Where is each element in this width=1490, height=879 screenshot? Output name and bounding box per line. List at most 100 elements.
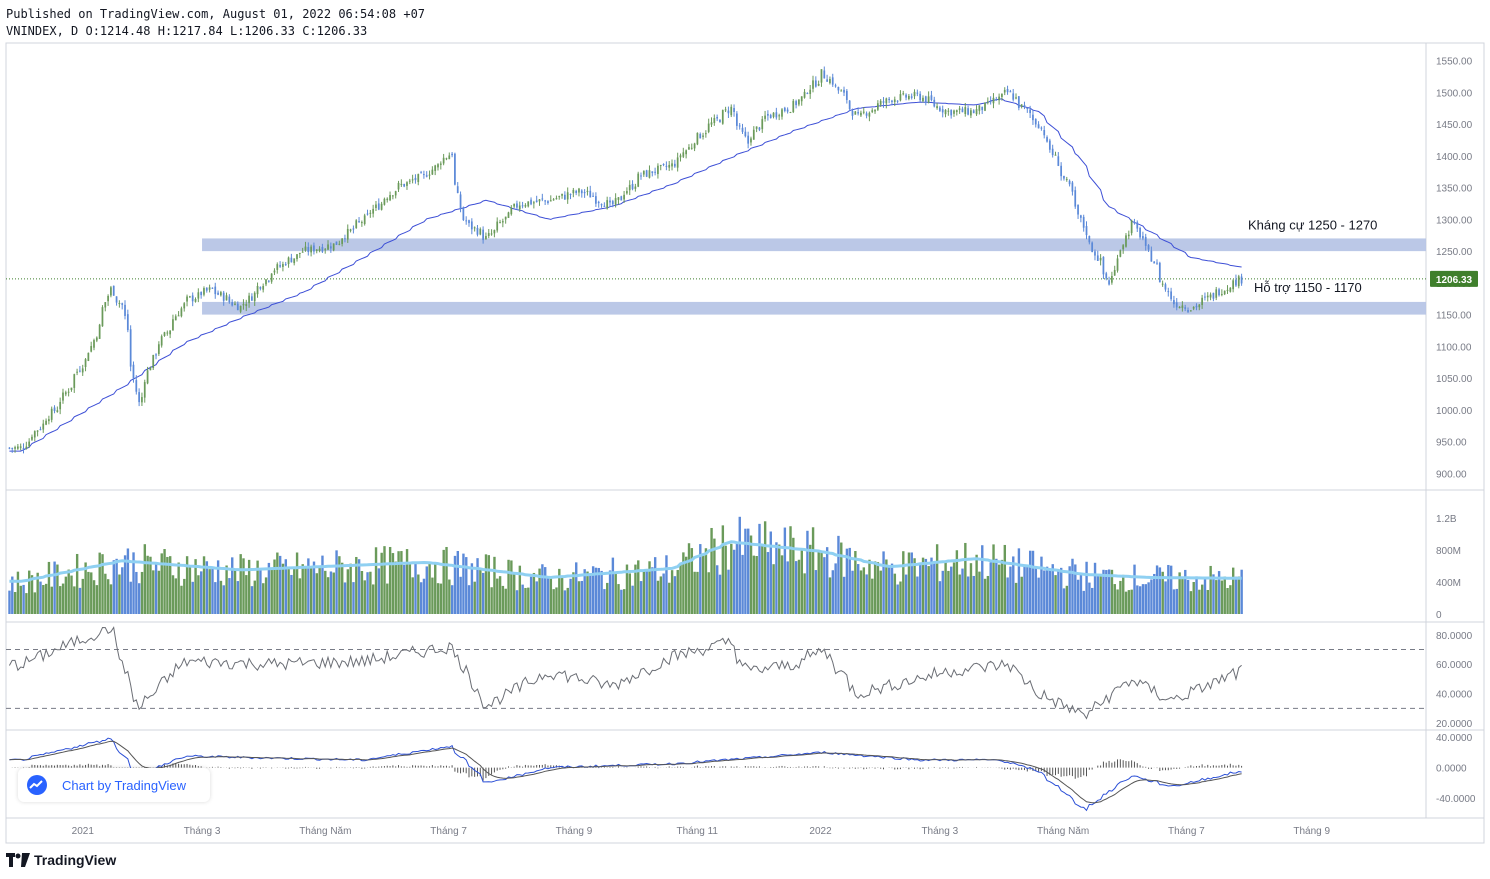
candle[interactable] bbox=[14, 445, 16, 453]
candle[interactable] bbox=[798, 99, 800, 107]
candle[interactable] bbox=[1127, 230, 1130, 240]
candle[interactable] bbox=[1015, 93, 1017, 100]
candle[interactable] bbox=[428, 170, 431, 180]
candle[interactable] bbox=[659, 164, 662, 171]
candle[interactable] bbox=[11, 447, 14, 453]
candle[interactable] bbox=[803, 89, 806, 99]
candle[interactable] bbox=[70, 387, 73, 392]
candle[interactable] bbox=[696, 132, 699, 146]
candle[interactable] bbox=[1232, 279, 1235, 293]
candle[interactable] bbox=[685, 149, 687, 159]
candle[interactable] bbox=[967, 105, 969, 116]
candle[interactable] bbox=[913, 89, 916, 100]
candle[interactable] bbox=[1003, 87, 1006, 96]
candle[interactable] bbox=[67, 388, 70, 397]
candle[interactable] bbox=[267, 280, 270, 283]
candle[interactable] bbox=[437, 163, 439, 171]
candle[interactable] bbox=[747, 131, 750, 149]
candle[interactable] bbox=[45, 418, 47, 426]
candle[interactable] bbox=[1046, 135, 1048, 143]
candle[interactable] bbox=[981, 106, 984, 115]
candle[interactable] bbox=[64, 390, 67, 397]
candle[interactable] bbox=[231, 299, 234, 307]
candle[interactable] bbox=[736, 111, 738, 130]
candle[interactable] bbox=[741, 123, 744, 134]
candle[interactable] bbox=[1229, 287, 1232, 293]
candle[interactable] bbox=[265, 278, 267, 287]
candle[interactable] bbox=[927, 91, 930, 104]
candle[interactable] bbox=[1113, 265, 1116, 276]
candle[interactable] bbox=[1040, 126, 1043, 131]
candle[interactable] bbox=[451, 151, 453, 158]
candle[interactable] bbox=[493, 229, 496, 238]
candle[interactable] bbox=[191, 292, 194, 307]
candle[interactable] bbox=[1161, 280, 1164, 287]
candle[interactable] bbox=[899, 90, 902, 102]
candle[interactable] bbox=[840, 89, 843, 92]
candle[interactable] bbox=[166, 330, 169, 336]
candle[interactable] bbox=[538, 199, 541, 206]
candle[interactable] bbox=[358, 217, 360, 223]
resistance-zone[interactable] bbox=[202, 238, 1426, 252]
candle[interactable] bbox=[16, 443, 19, 450]
candle[interactable] bbox=[1223, 290, 1226, 296]
candle[interactable] bbox=[617, 197, 620, 205]
candle[interactable] bbox=[975, 105, 978, 116]
candle[interactable] bbox=[389, 191, 391, 202]
candle[interactable] bbox=[1085, 221, 1088, 240]
candle[interactable] bbox=[425, 171, 428, 178]
candle[interactable] bbox=[1017, 96, 1020, 111]
candle[interactable] bbox=[941, 105, 944, 118]
candle[interactable] bbox=[194, 297, 197, 303]
candle[interactable] bbox=[363, 213, 366, 226]
candle[interactable] bbox=[600, 203, 603, 208]
candle[interactable] bbox=[375, 201, 377, 212]
candle[interactable] bbox=[296, 254, 298, 262]
candle[interactable] bbox=[90, 341, 93, 353]
candle[interactable] bbox=[595, 192, 597, 207]
candle[interactable] bbox=[843, 86, 845, 97]
candle[interactable] bbox=[315, 249, 318, 254]
price-pane[interactable]: 1550.00 1500.00 1450.00 1400.00 1350.00 1300.… bbox=[6, 57, 1478, 481]
candle[interactable] bbox=[758, 126, 761, 132]
candle[interactable] bbox=[772, 112, 775, 119]
candle[interactable] bbox=[1105, 271, 1108, 281]
candle[interactable] bbox=[177, 311, 180, 317]
candle[interactable] bbox=[217, 290, 219, 296]
candle[interactable] bbox=[115, 296, 118, 306]
candle[interactable] bbox=[25, 441, 28, 450]
candle[interactable] bbox=[583, 189, 586, 198]
candle[interactable] bbox=[775, 107, 778, 120]
candle[interactable] bbox=[1218, 287, 1220, 297]
candle[interactable] bbox=[104, 302, 107, 312]
candle[interactable] bbox=[417, 173, 420, 186]
candle[interactable] bbox=[1082, 214, 1085, 232]
candle[interactable] bbox=[485, 232, 487, 240]
candle[interactable] bbox=[53, 405, 56, 414]
candle[interactable] bbox=[837, 86, 840, 94]
candle[interactable] bbox=[628, 180, 631, 196]
candle[interactable] bbox=[527, 201, 530, 208]
macd-pane[interactable]: 40.0000 0.0000 -40.0000 bbox=[9, 733, 1476, 812]
candle[interactable] bbox=[220, 290, 222, 297]
candle[interactable] bbox=[820, 69, 823, 87]
candle[interactable] bbox=[256, 282, 259, 298]
candle[interactable] bbox=[1023, 101, 1026, 110]
candle[interactable] bbox=[355, 219, 358, 229]
candle[interactable] bbox=[972, 109, 975, 114]
candle[interactable] bbox=[752, 126, 755, 140]
candle[interactable] bbox=[702, 132, 704, 140]
candle[interactable] bbox=[955, 109, 958, 116]
candle[interactable] bbox=[566, 187, 569, 204]
candle[interactable] bbox=[944, 109, 947, 118]
candle[interactable] bbox=[284, 261, 287, 266]
candle[interactable] bbox=[1153, 261, 1156, 264]
candle[interactable] bbox=[657, 163, 659, 179]
candle[interactable] bbox=[251, 293, 253, 301]
candle[interactable] bbox=[1204, 292, 1206, 301]
candle[interactable] bbox=[39, 426, 42, 431]
candle[interactable] bbox=[62, 388, 64, 404]
candle[interactable] bbox=[1237, 274, 1240, 289]
candle[interactable] bbox=[716, 114, 719, 122]
candle[interactable] bbox=[1139, 226, 1141, 240]
